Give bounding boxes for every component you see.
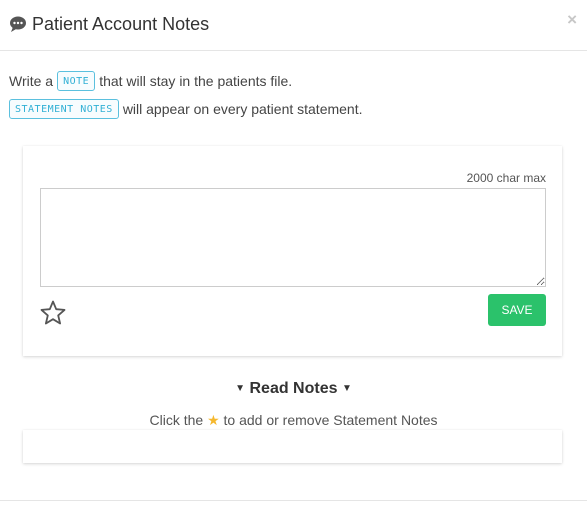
statement-hint: Click the ★ to add or remove Statement N…	[0, 412, 587, 429]
hint-suffix: to add or remove Statement Notes	[223, 412, 438, 428]
modal-footer-divider	[0, 500, 587, 501]
title-wrap: Patient Account Notes	[9, 13, 209, 35]
note-tag: NOTE	[57, 71, 96, 91]
comment-icon	[10, 16, 26, 32]
intro-line2-suffix: will appear on every patient statement.	[122, 101, 363, 117]
intro-line-statement: STATEMENT NOTES will appear on every pat…	[9, 99, 363, 119]
caret-down-icon: ▼	[341, 383, 352, 394]
read-notes-toggle[interactable]: ▼ Read Notes ▼	[0, 380, 587, 398]
intro-line1-prefix: Write a	[9, 73, 54, 89]
note-editor-panel: 2000 char max SAVE	[23, 146, 562, 356]
caret-down-icon: ▼	[235, 383, 246, 394]
intro-line1-suffix: that will stay in the patients file.	[99, 73, 293, 89]
star-icon: ★	[207, 412, 220, 428]
statement-notes-tag: STATEMENT NOTES	[9, 99, 119, 119]
note-textarea[interactable]	[40, 188, 546, 287]
intro-line-note: Write a NOTE that will stay in the patie…	[9, 71, 292, 91]
read-notes-label: Read Notes	[249, 380, 338, 397]
close-icon[interactable]: ×	[567, 11, 577, 28]
hint-prefix: Click the	[149, 412, 204, 428]
notes-list-panel	[23, 430, 562, 463]
char-max-label: 2000 char max	[466, 171, 546, 185]
modal-title: Patient Account Notes	[32, 14, 210, 34]
star-outline-icon[interactable]	[39, 299, 67, 327]
save-button[interactable]: SAVE	[488, 294, 546, 326]
modal-header: Patient Account Notes ×	[0, 0, 587, 51]
